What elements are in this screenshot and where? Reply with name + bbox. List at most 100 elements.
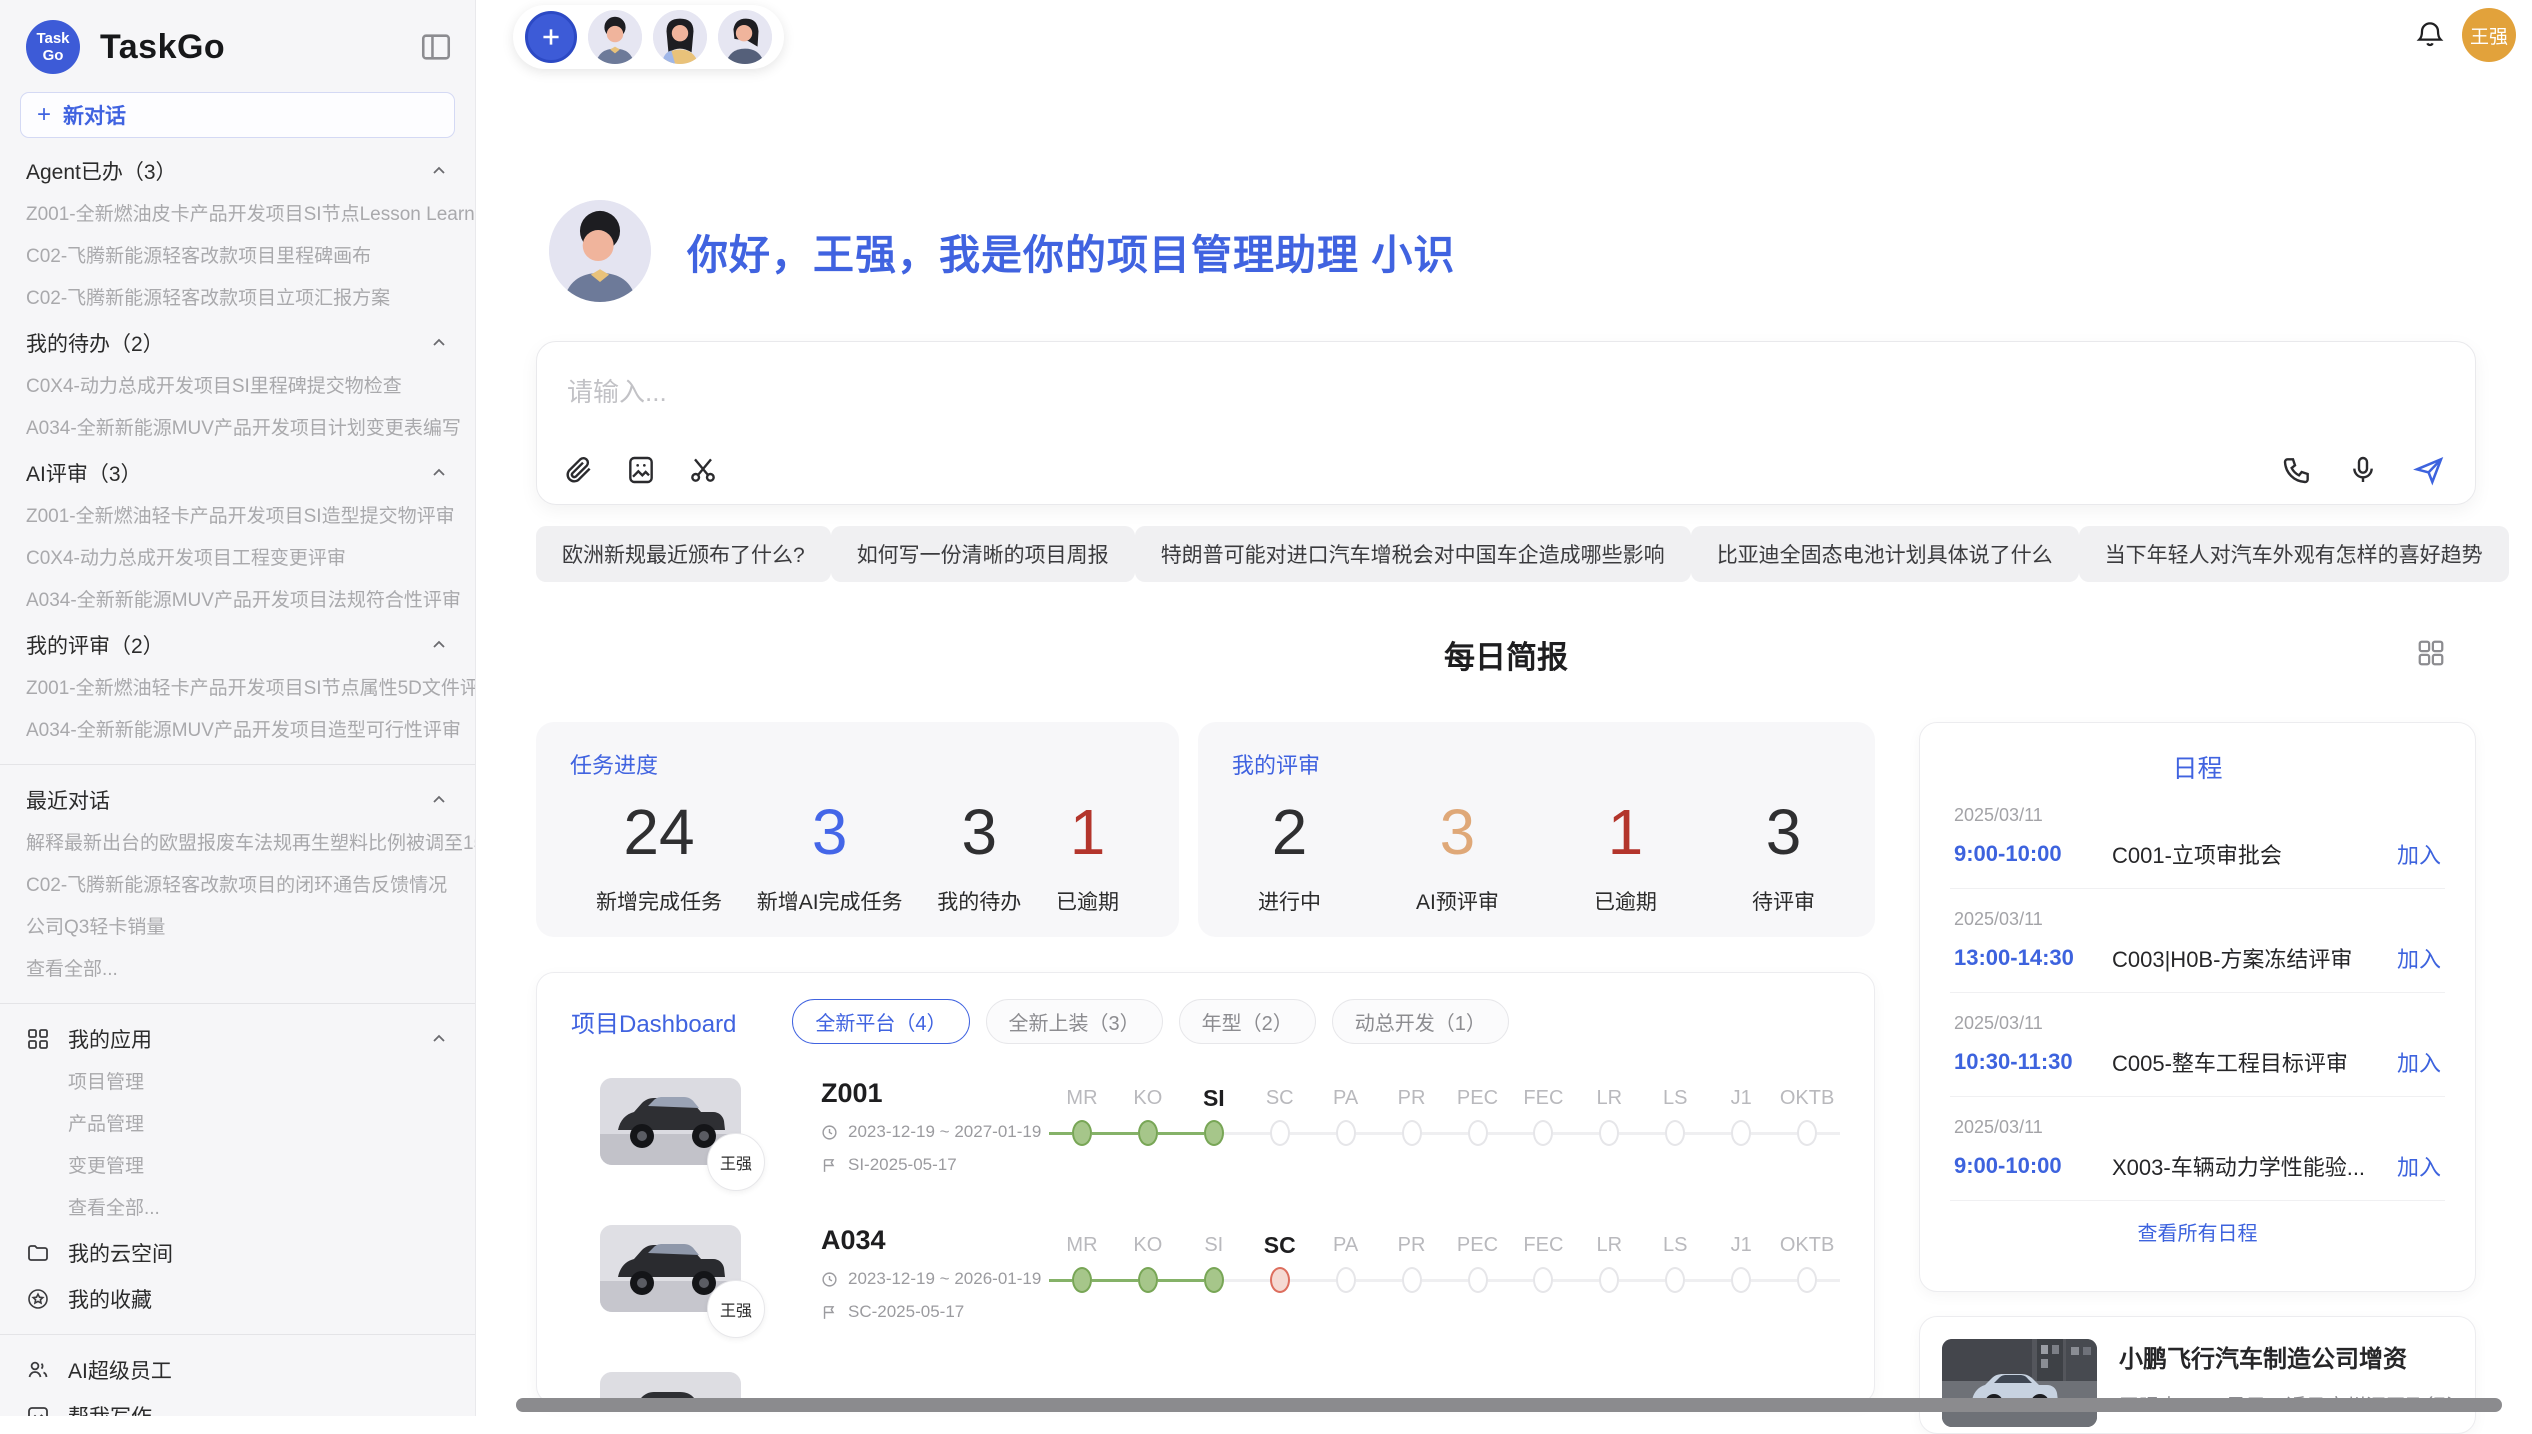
plus-icon: + [37, 101, 51, 129]
milestone-SI: SI [1181, 1080, 1247, 1150]
join-link[interactable]: 加入 [2397, 1046, 2441, 1078]
phone-icon[interactable] [2281, 454, 2313, 486]
project-dates: 2023-12-19 ~ 2027-01-19 [848, 1122, 1041, 1142]
schedule-name: X003-车辆动力学性能验... [2112, 1150, 2397, 1182]
news-card[interactable]: 小鹏飞行汽车制造公司增资 天眼查 App 显示，近日广州汇天飞行汽... [1919, 1316, 2476, 1434]
join-link[interactable]: 加入 [2397, 942, 2441, 974]
app-item-product[interactable]: 产品管理 [0, 1104, 475, 1146]
mic-icon[interactable] [2347, 454, 2379, 486]
sidebar-task-item[interactable]: Z001-全新燃油皮卡产品开发项目SI节点Lesson Learn报告 [0, 194, 475, 236]
assistant-avatar [549, 200, 651, 302]
milestone-SC: SC [1247, 1080, 1313, 1150]
chevron-up-icon[interactable] [429, 463, 449, 483]
sidebar-favorites[interactable]: 我的收藏 [0, 1276, 475, 1322]
avatar-3[interactable] [718, 10, 772, 64]
sidebar-task-item[interactable]: Z001-全新燃油轻卡产品开发项目SI节点属性5D文件评审 [0, 668, 475, 710]
schedule-time: 13:00-14:30 [1954, 945, 2112, 971]
apps-view-all[interactable]: 查看全部... [0, 1188, 475, 1230]
section-recent-chats[interactable]: 最近对话 [0, 777, 475, 823]
filter-chip[interactable]: 动总开发（1） [1332, 999, 1509, 1044]
logo-text-2: Go [43, 47, 64, 64]
section-agent-done[interactable]: Agent已办（3） [0, 148, 475, 194]
sidebar-task-item[interactable]: C02-飞腾新能源轻客改款项目里程碑画布 [0, 236, 475, 278]
recent-chat-item[interactable]: 公司Q3轻卡销量 [0, 907, 475, 949]
add-agent-button[interactable] [525, 11, 577, 63]
greeting-text: 你好，王强，我是你的项目管理助理 小识 [687, 221, 1455, 281]
milestone-LS: LS [1642, 1080, 1708, 1150]
recent-chat-item[interactable]: 解释最新出台的欧盟报废车法规再生塑料比例被调至15%... [0, 823, 475, 865]
chevron-up-icon[interactable] [429, 333, 449, 353]
card-title: 任务进度 [570, 748, 1145, 780]
milestone-OKTB: OKTB [1774, 1080, 1840, 1150]
sidebar-collapse-icon[interactable] [419, 30, 453, 64]
sidebar-task-item[interactable]: A034-全新新能源MUV产品开发项目计划变更表编写 [0, 408, 475, 450]
section-title: AI评审（3） [26, 458, 142, 488]
schedule-card: 日程 2025/03/11 9:00-10:00 C001-立项审批会 加入 2… [1919, 722, 2476, 1292]
new-chat-button[interactable]: + 新对话 [20, 92, 455, 138]
milestone-J1: J1 [1708, 1080, 1774, 1150]
chevron-up-icon[interactable] [429, 635, 449, 655]
folder-icon [26, 1241, 50, 1265]
suggestion-chip[interactable]: 比亚迪全固态电池计划具体说了什么 [1691, 526, 2079, 582]
milestone-J1: J1 [1708, 1227, 1774, 1297]
chevron-up-icon[interactable] [429, 1029, 449, 1049]
suggestion-chip[interactable]: 如何写一份清晰的项目周报 [831, 526, 1135, 582]
chevron-up-icon[interactable] [429, 790, 449, 810]
section-my-review[interactable]: 我的评审（2） [0, 622, 475, 668]
send-icon[interactable] [2413, 454, 2445, 486]
suggestion-chip[interactable]: 特朗普可能对进口汽车增税会对中国车企造成哪些影响 [1135, 526, 1691, 582]
attachment-icon[interactable] [563, 454, 595, 486]
sidebar-task-item[interactable]: C02-飞腾新能源轻客改款项目立项汇报方案 [0, 278, 475, 320]
sidebar-help-write[interactable]: 帮我写作 [0, 1393, 475, 1416]
section-my-todo[interactable]: 我的待办（2） [0, 320, 475, 366]
sidebar-cloud-space[interactable]: 我的云空间 [0, 1230, 475, 1276]
avatar-2[interactable] [653, 10, 707, 64]
project-milestone-note: SI-2025-05-17 [848, 1155, 957, 1175]
schedule-time: 9:00-10:00 [1954, 841, 2112, 867]
milestone-LR: LR [1576, 1080, 1642, 1150]
section-ai-review[interactable]: AI评审（3） [0, 450, 475, 496]
milestone-PEC: PEC [1445, 1080, 1511, 1150]
avatar-1[interactable] [588, 10, 642, 64]
app-item-change[interactable]: 变更管理 [0, 1146, 475, 1188]
new-chat-label: 新对话 [63, 100, 126, 130]
project-owner-badge: 王强 [707, 1280, 765, 1338]
sidebar-ai-staff[interactable]: AI超级员工 [0, 1347, 475, 1393]
bell-icon[interactable] [2414, 18, 2446, 50]
horizontal-scrollbar[interactable] [516, 1398, 2502, 1412]
image-icon[interactable] [625, 454, 657, 486]
project-row[interactable]: 王强 A034 2023-12-19 ~ 2026-01-19 SC-2025-… [537, 1197, 1874, 1322]
sidebar-task-item[interactable]: Z001-全新燃油轻卡产品开发项目SI造型提交物评审 [0, 496, 475, 538]
filter-chip[interactable]: 全新上装（3） [986, 999, 1163, 1044]
suggestion-chip[interactable]: 当下年轻人对汽车外观有怎样的喜好趋势 [2079, 526, 2509, 582]
project-row[interactable]: 王强 Z001 2023-12-19 ~ 2027-01-19 SI-2025-… [537, 1050, 1874, 1175]
sidebar-task-item[interactable]: A034-全新新能源MUV产品开发项目法规符合性评审 [0, 580, 475, 622]
grid-icon [26, 1027, 50, 1051]
join-link[interactable]: 加入 [2397, 838, 2441, 870]
schedule-name: C003|H0B-方案冻结评审 [2112, 942, 2397, 974]
layout-grid-icon[interactable] [2416, 638, 2446, 668]
my-review-card: 我的评审 2 进行中 3 AI预评审 1 已逾期 3 待评审 [1198, 722, 1875, 937]
view-all-schedule-link[interactable]: 查看所有日程 [1950, 1201, 2445, 1262]
chat-composer[interactable]: 请输入... [536, 341, 2476, 505]
news-image [1942, 1339, 2097, 1427]
filter-chip[interactable]: 年型（2） [1179, 999, 1316, 1044]
suggestion-chip[interactable]: 欧洲新规最近颁布了什么? [536, 526, 831, 582]
chevron-up-icon[interactable] [429, 161, 449, 181]
sidebar-task-item[interactable]: A034-全新新能源MUV产品开发项目造型可行性评审 [0, 710, 475, 752]
sidebar-my-apps[interactable]: 我的应用 [0, 1016, 475, 1062]
divider [0, 1003, 475, 1004]
project-code: Z001 [821, 1078, 1049, 1109]
join-link[interactable]: 加入 [2397, 1150, 2441, 1182]
card-title: 我的评审 [1232, 748, 1841, 780]
scissors-icon[interactable] [687, 454, 719, 486]
sidebar-task-item[interactable]: C0X4-动力总成开发项目工程变更评审 [0, 538, 475, 580]
user-avatar[interactable]: 王强 [2462, 8, 2516, 62]
composer-placeholder: 请输入... [567, 372, 667, 409]
app-item-project[interactable]: 项目管理 [0, 1062, 475, 1104]
sidebar-task-item[interactable]: C0X4-动力总成开发项目SI里程碑提交物检查 [0, 366, 475, 408]
recent-view-all[interactable]: 查看全部... [0, 949, 475, 991]
filter-chip[interactable]: 全新平台（4） [792, 999, 969, 1044]
recent-chat-item[interactable]: C02-飞腾新能源轻客改款项目的闭环通告反馈情况 [0, 865, 475, 907]
clock-icon [821, 1124, 838, 1141]
